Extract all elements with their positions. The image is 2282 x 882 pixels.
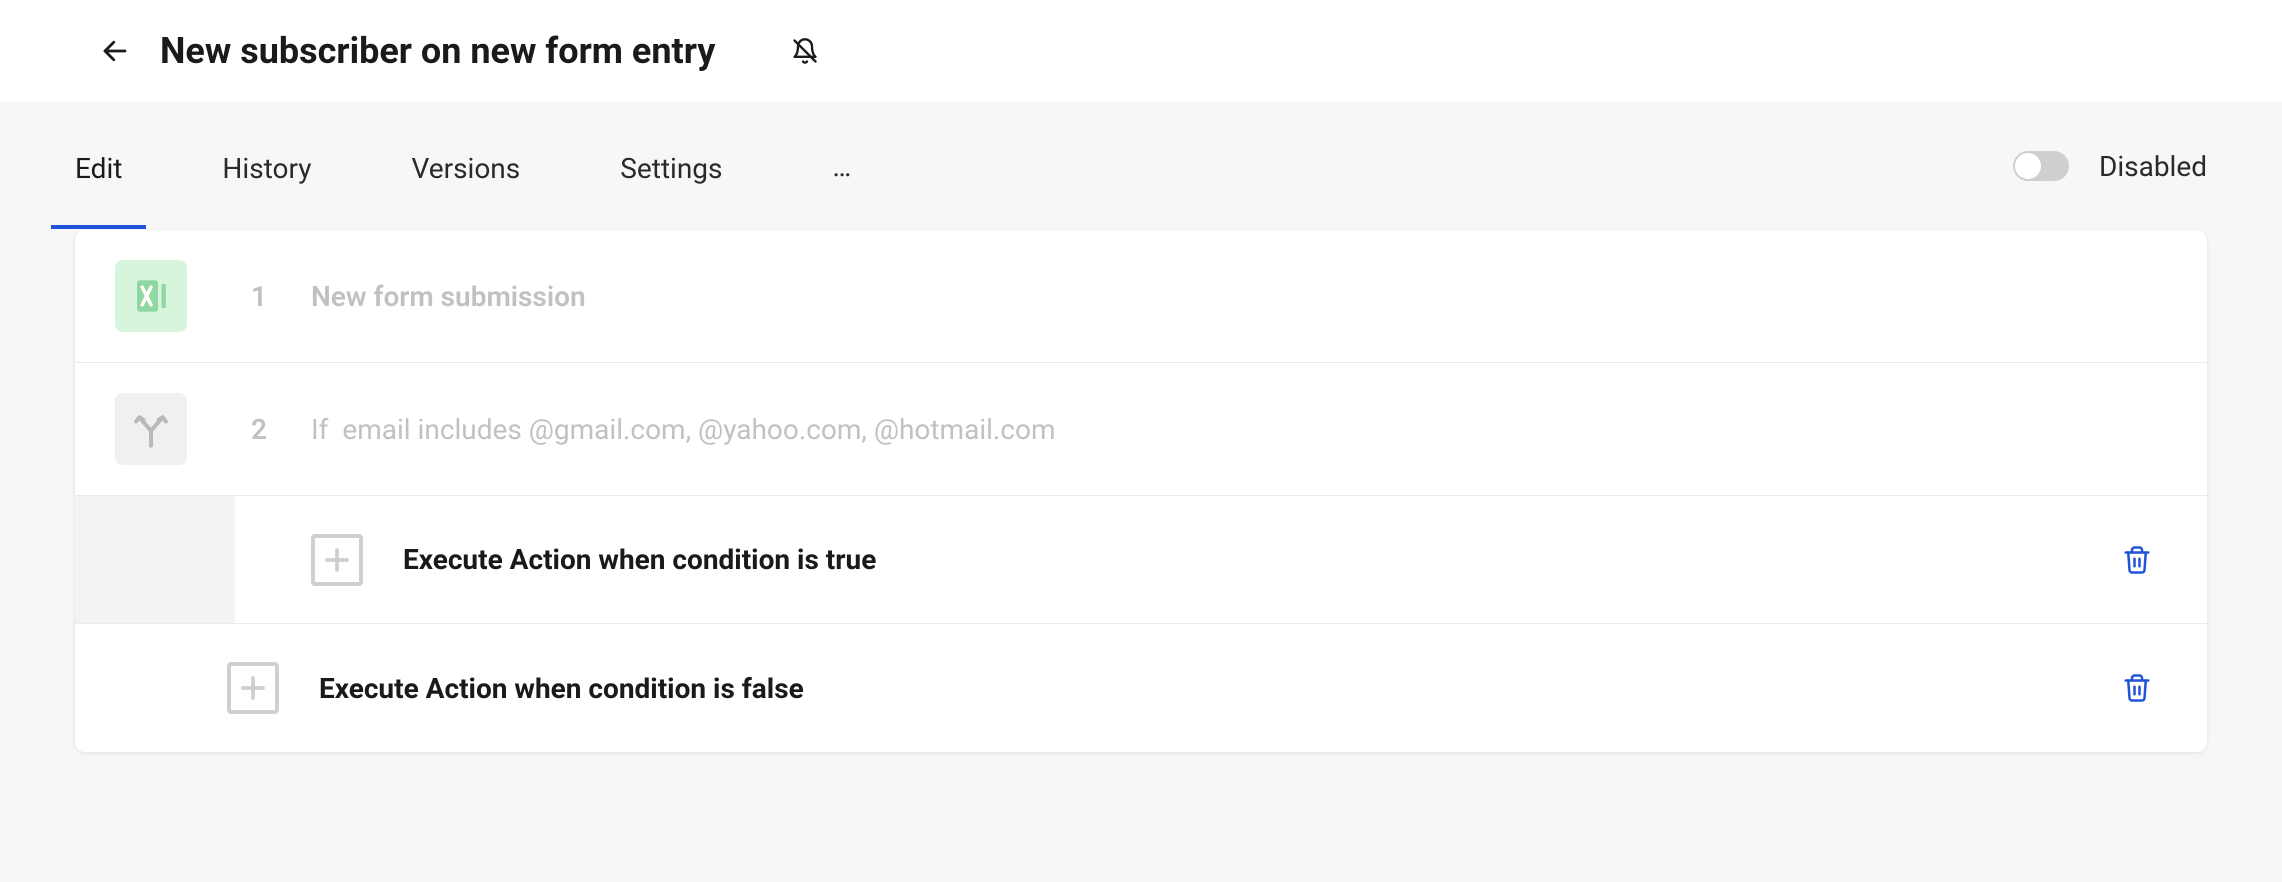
workflow-step[interactable]: 2 If email includes @gmail.com, @yahoo.c… xyxy=(75,363,2207,496)
bell-off-icon xyxy=(791,37,819,65)
tab-edit[interactable]: Edit xyxy=(75,104,122,229)
workflow-step[interactable]: 1 New form submission xyxy=(75,230,2207,363)
branch-label: Execute Action when condition is true xyxy=(403,543,2117,576)
branch-indent xyxy=(75,496,235,623)
enable-toggle-label: Disabled xyxy=(2099,150,2207,183)
add-action-button[interactable] xyxy=(311,534,363,586)
step-number: 2 xyxy=(247,413,271,446)
enable-toggle[interactable] xyxy=(2013,151,2069,181)
step-label: New form submission xyxy=(311,280,586,313)
toggle-knob xyxy=(2015,153,2041,179)
form-icon xyxy=(130,275,172,317)
step-icon-box xyxy=(115,260,187,332)
tabs: Edit History Versions Settings … xyxy=(75,102,863,230)
delete-branch-button[interactable] xyxy=(2117,668,2157,708)
trash-icon xyxy=(2122,673,2152,703)
enable-toggle-wrap: Disabled xyxy=(2013,150,2207,183)
trash-icon xyxy=(2122,545,2152,575)
branch-label: Execute Action when condition is false xyxy=(319,672,2117,705)
branch-row-true: Execute Action when condition is true xyxy=(75,496,2207,624)
notifications-button[interactable] xyxy=(785,31,825,71)
delete-branch-button[interactable] xyxy=(2117,540,2157,580)
workflow-card: 1 New form submission 2 If email include… xyxy=(75,230,2207,752)
tab-settings[interactable]: Settings xyxy=(620,104,722,229)
plus-icon xyxy=(322,545,352,575)
tabs-row: Edit History Versions Settings … Disable… xyxy=(0,102,2282,230)
page-body: Edit History Versions Settings … Disable… xyxy=(0,102,2282,882)
step-icon-box xyxy=(115,393,187,465)
branch-row-false: Execute Action when condition is false xyxy=(75,624,2207,752)
step-condition: email includes @gmail.com, @yahoo.com, @… xyxy=(342,413,1055,446)
page-title: New subscriber on new form entry xyxy=(160,30,715,72)
branch-icon xyxy=(131,409,171,449)
tab-history[interactable]: History xyxy=(222,104,311,229)
page-header: New subscriber on new form entry xyxy=(0,0,2282,102)
step-number: 1 xyxy=(247,280,271,313)
tab-versions[interactable]: Versions xyxy=(412,104,521,229)
back-button[interactable] xyxy=(95,31,135,71)
arrow-left-icon xyxy=(100,36,130,66)
plus-icon xyxy=(238,673,268,703)
add-action-button[interactable] xyxy=(227,662,279,714)
tab-more[interactable]: … xyxy=(822,150,863,183)
branch-indent xyxy=(75,652,193,724)
step-if-prefix: If xyxy=(311,413,328,446)
